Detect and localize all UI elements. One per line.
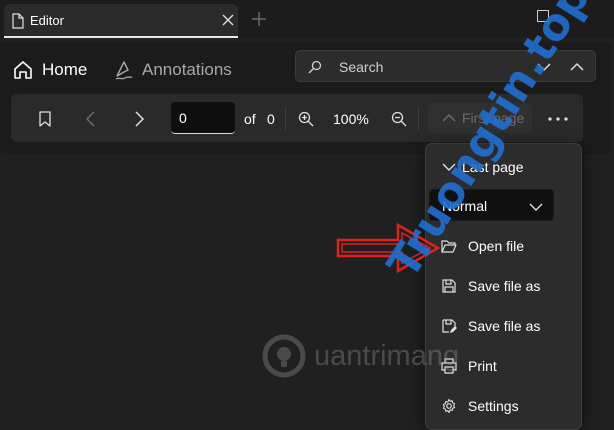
search-icon xyxy=(308,60,322,74)
tab-home[interactable]: Home xyxy=(12,58,87,82)
menu-item-label: Save file as xyxy=(468,278,541,294)
document-icon xyxy=(12,13,24,29)
menu-item-save-file-as[interactable]: Save file as xyxy=(426,269,581,303)
chevron-right-icon xyxy=(135,111,145,127)
pen-icon xyxy=(115,61,133,80)
divider xyxy=(285,106,286,130)
menu-item-label: Save file as xyxy=(468,318,541,334)
tab-annotations-label: Annotations xyxy=(142,60,232,79)
menu-item-settings[interactable]: Settings xyxy=(426,389,581,423)
bookmark-button[interactable] xyxy=(34,108,56,130)
tab-title: Editor xyxy=(30,13,64,28)
next-page-button[interactable] xyxy=(128,108,150,130)
save-icon xyxy=(442,279,456,293)
watermark-text: uantrimang xyxy=(314,340,460,372)
page-number-input[interactable] xyxy=(171,102,235,134)
watermark-text: Truongtin.top xyxy=(378,0,601,288)
tab-annotations[interactable]: Annotations xyxy=(114,58,232,82)
zoom-in-button[interactable] xyxy=(295,108,317,130)
gear-icon xyxy=(442,398,456,414)
zoom-in-icon xyxy=(298,111,314,127)
bookmark-icon xyxy=(39,111,51,127)
lightbulb-logo xyxy=(262,334,306,378)
tab-home-label: Home xyxy=(42,60,88,79)
chevron-left-icon xyxy=(85,111,95,127)
document-tab[interactable]: Editor xyxy=(4,4,238,38)
menu-item-label: Settings xyxy=(468,398,519,414)
menu-item-label: Print xyxy=(468,358,497,374)
home-icon xyxy=(14,61,32,79)
add-tab-icon[interactable] xyxy=(252,12,266,26)
quantrimang-watermark: uantrimang xyxy=(262,332,462,380)
previous-page-button[interactable] xyxy=(80,108,102,130)
watermark-text-truongtin: Truongtin.top xyxy=(378,0,600,287)
truongtin-watermark: Truongtin.top xyxy=(360,0,610,287)
total-pages: 0 xyxy=(267,111,275,127)
close-icon[interactable] xyxy=(222,14,234,26)
of-label: of xyxy=(244,111,256,127)
